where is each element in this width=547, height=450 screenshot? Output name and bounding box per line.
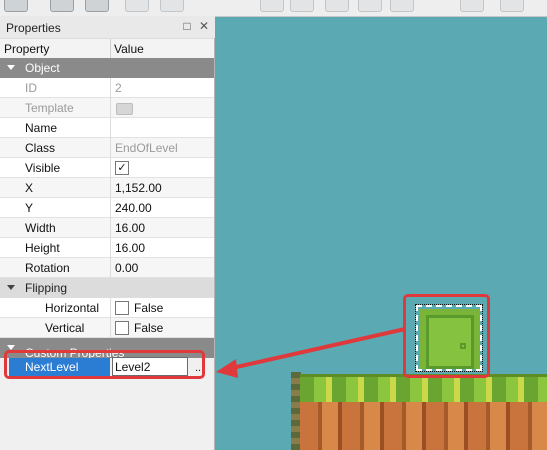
annotation-arrow-icon	[216, 327, 406, 378]
